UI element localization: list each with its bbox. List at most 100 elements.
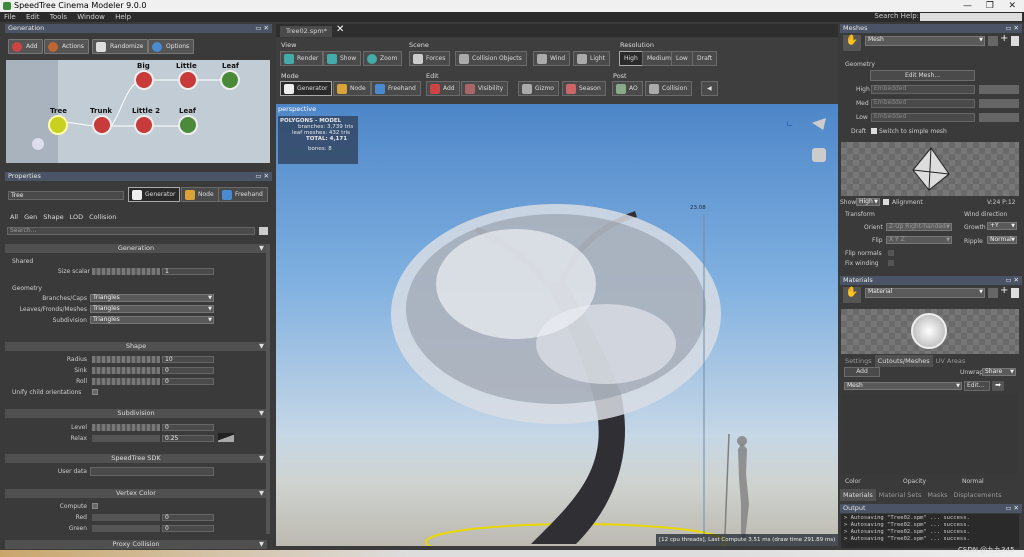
lod-action-icons[interactable]: [979, 85, 1019, 122]
unwrap-dropdown[interactable]: Share ▼: [982, 368, 1016, 376]
size-scalar-slider[interactable]: [92, 268, 160, 275]
tab-material-sets[interactable]: Material Sets: [876, 489, 925, 501]
tab-collision[interactable]: Collision: [86, 211, 119, 223]
actions-button[interactable]: Actions: [44, 39, 89, 54]
mode-node-button[interactable]: Node: [333, 81, 371, 96]
back-arrow-button[interactable]: ◀: [701, 81, 718, 96]
add-mesh-icon[interactable]: +: [1000, 33, 1008, 44]
flip-normals-checkbox[interactable]: [888, 250, 894, 256]
properties-close-icon[interactable]: ▭ ✕: [255, 172, 269, 181]
node-trunk[interactable]: [92, 115, 112, 135]
tab-cutouts-meshes[interactable]: Cutouts/Meshes: [874, 355, 933, 367]
node-little[interactable]: [178, 70, 198, 90]
add-node-button[interactable]: Add: [8, 39, 43, 54]
meshes-close-icon[interactable]: ▭ ✕: [1005, 24, 1019, 33]
light-button[interactable]: Light: [573, 51, 610, 66]
options-button[interactable]: Options: [148, 39, 195, 54]
node-tree[interactable]: [48, 115, 68, 135]
roll-slider[interactable]: [92, 378, 160, 385]
sink-field[interactable]: 0: [162, 367, 214, 374]
maximize-button[interactable]: ❐: [986, 0, 994, 12]
forces-button[interactable]: Forces: [409, 51, 451, 66]
roll-field[interactable]: 0: [162, 378, 214, 385]
unify-orientations-checkbox[interactable]: [92, 389, 98, 395]
panel-close-icon[interactable]: ▭ ✕: [255, 24, 269, 33]
search-help-input[interactable]: [920, 13, 1022, 21]
close-window-button[interactable]: ✕: [1008, 0, 1016, 12]
leaves-fronds-dropdown[interactable]: Triangles ▼: [90, 305, 214, 313]
tab-masks[interactable]: Masks: [924, 489, 950, 501]
wind-fan-icon[interactable]: [812, 148, 826, 162]
section-subdivision[interactable]: Subdivision ▼: [5, 409, 267, 418]
tab-uv-areas[interactable]: UV Areas: [933, 355, 969, 367]
menu-window[interactable]: Window: [77, 13, 105, 21]
mesh-preview[interactable]: [841, 142, 1019, 196]
randomize-button[interactable]: Randomize: [92, 39, 149, 54]
properties-scrollbar[interactable]: [266, 244, 270, 534]
node-big[interactable]: [134, 70, 154, 90]
render-button[interactable]: Render: [280, 51, 324, 66]
edit-cutout-button[interactable]: Edit...: [964, 381, 990, 391]
resolution-high-button[interactable]: High: [619, 51, 643, 66]
ao-button[interactable]: AO: [612, 81, 643, 96]
section-vertex-color[interactable]: Vertex Color ▼: [5, 489, 267, 498]
radius-field[interactable]: 10: [162, 356, 214, 363]
lod-low-field[interactable]: Embedded: [871, 113, 975, 122]
branches-caps-dropdown[interactable]: Triangles ▼: [90, 294, 214, 302]
menu-help[interactable]: Help: [115, 13, 131, 21]
level-slider[interactable]: [92, 424, 160, 431]
properties-search-input[interactable]: Search...: [7, 227, 255, 235]
edit-add-button[interactable]: Add: [426, 81, 460, 96]
mesh-options-icon[interactable]: [988, 36, 998, 46]
alignment-checkbox[interactable]: [883, 199, 889, 205]
lod-high-field[interactable]: Embedded: [871, 85, 975, 94]
add-material-icon[interactable]: +: [1000, 285, 1008, 296]
sink-slider[interactable]: [92, 367, 160, 374]
tab-all[interactable]: All: [7, 211, 21, 223]
section-proxy-collision[interactable]: Proxy Collision ▼: [5, 540, 267, 549]
menu-edit[interactable]: Edit: [26, 13, 40, 21]
user-data-field[interactable]: [90, 467, 214, 476]
red-slider[interactable]: [92, 514, 160, 521]
section-generation[interactable]: Generation ▼: [5, 244, 267, 253]
tab-shape[interactable]: Shape: [40, 211, 66, 223]
close-tab-icon[interactable]: ✕: [336, 24, 344, 35]
compute-checkbox[interactable]: [92, 503, 98, 509]
collision-objects-button[interactable]: Collision Objects: [455, 51, 527, 66]
hand-tool-icon[interactable]: ✋: [843, 35, 861, 51]
tab-materials[interactable]: Materials: [840, 489, 876, 501]
material-options-icon[interactable]: [988, 288, 998, 298]
red-field[interactable]: 0: [162, 514, 214, 521]
delete-material-icon[interactable]: [1011, 288, 1019, 298]
switch-simple-mesh-checkbox[interactable]: [871, 128, 877, 134]
growth-dropdown[interactable]: +Y ▼: [987, 222, 1017, 230]
properties-generator-button[interactable]: Generator: [128, 187, 181, 202]
menu-file[interactable]: File: [4, 13, 16, 21]
minimize-button[interactable]: —: [963, 0, 972, 12]
cutout-list[interactable]: [841, 394, 1017, 474]
tab-lod[interactable]: LOD: [67, 211, 87, 223]
cutout-mesh-dropdown[interactable]: Mesh ▼: [844, 382, 962, 390]
node-leaf-2[interactable]: [178, 115, 198, 135]
resolution-draft-button[interactable]: Draft: [692, 51, 718, 66]
3d-viewport[interactable]: perspective 23.08 ∟ [12 cpu threads], La…: [276, 104, 838, 546]
materials-close-icon[interactable]: ▭ ✕: [1005, 276, 1019, 285]
lod-med-field[interactable]: Embedded: [871, 99, 975, 108]
fix-winding-checkbox[interactable]: [888, 260, 894, 266]
generation-graph[interactable]: Big Little Leaf Tree Trunk Little 2 Leaf: [6, 60, 270, 163]
show-lod-dropdown[interactable]: High ▼: [856, 198, 880, 206]
tab-gen[interactable]: Gen: [21, 211, 40, 223]
tab-displacements[interactable]: Displacements: [950, 489, 1004, 501]
relax-slider[interactable]: [92, 435, 160, 442]
tab-settings[interactable]: Settings: [842, 355, 875, 367]
section-speedtree-sdk[interactable]: SpeedTree SDK ▼: [5, 454, 267, 463]
relax-field[interactable]: 0.25: [162, 435, 214, 442]
document-tab[interactable]: Tree02.spm*: [280, 26, 332, 37]
force-icon[interactable]: [32, 138, 44, 150]
delete-mesh-icon[interactable]: [1011, 36, 1019, 46]
properties-node-button[interactable]: Node: [181, 187, 219, 202]
mesh-selector-dropdown[interactable]: Mesh ▼: [865, 36, 985, 46]
zoom-button[interactable]: Zoom: [363, 51, 403, 66]
size-scalar-field[interactable]: 1: [162, 268, 214, 275]
show-button[interactable]: Show: [323, 51, 362, 66]
